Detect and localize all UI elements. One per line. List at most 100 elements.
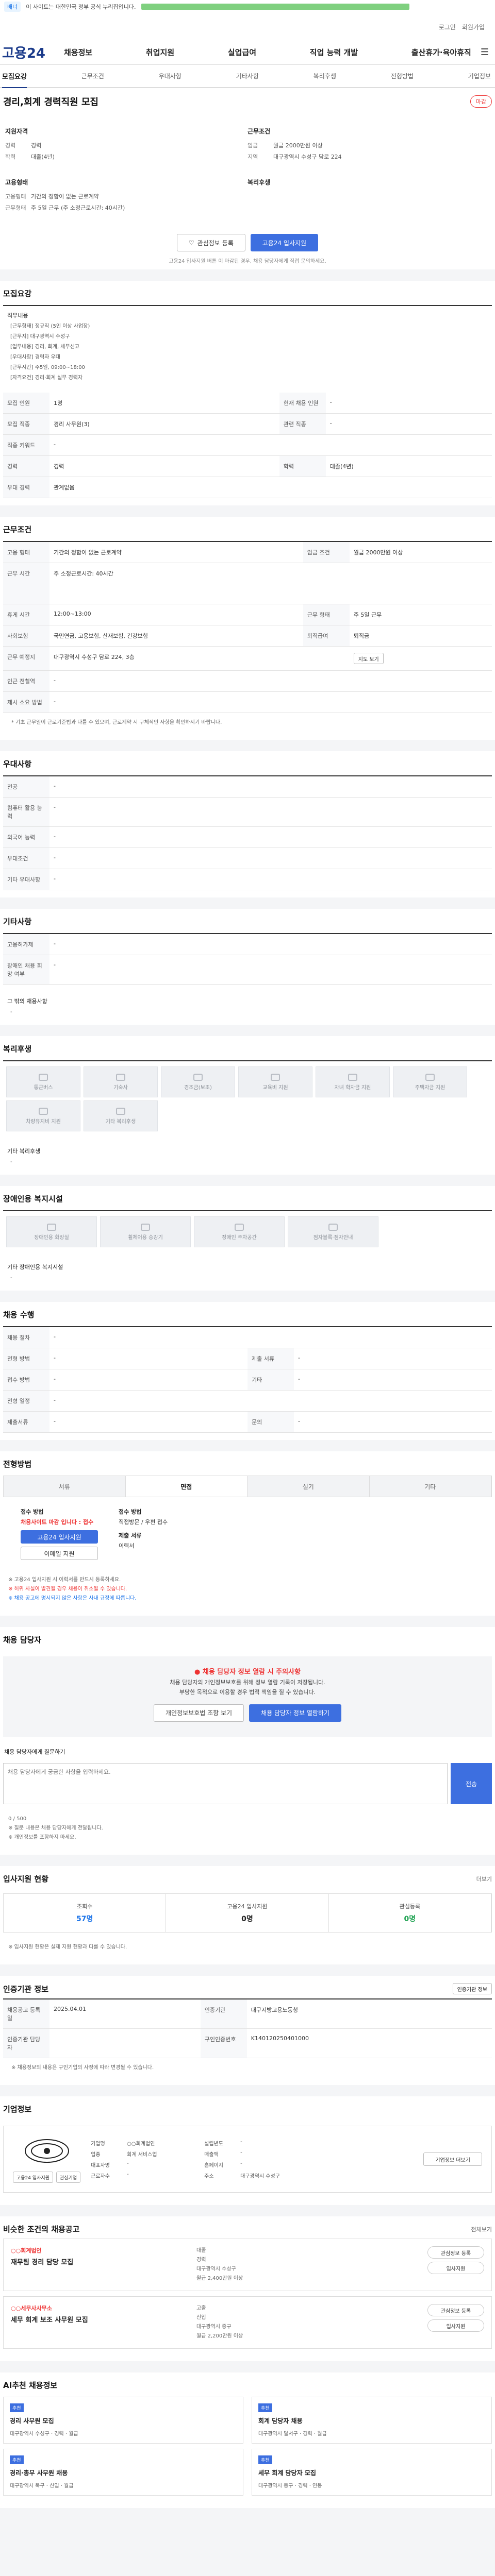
interest-button[interactable]: ♡ 관심정보 등록 — [176, 234, 245, 251]
disabled-other-value: - — [10, 1275, 12, 1281]
process-notes: ※ 고용24 입사지원 시 이력서를 반드시 등록하세요. ※ 허위 사실이 발… — [8, 1577, 137, 1601]
etc-table: 고용허가제 - 장애인 채용 희망 여부 - — [3, 934, 492, 985]
welfare-section: 복리후생 통근버스 기숙사 경조금(보조) 교육비 지원 자녀 학자금 지원 주… — [0, 1036, 495, 1175]
rec-apply-button[interactable]: 입사지원 — [427, 2319, 484, 2332]
prefer-section: 우대사항 전공 - 컴퓨터 활용 능력 - 외국어 능력 - 우대조건 - 기타 우대사… — [0, 751, 495, 897]
bus-icon — [39, 1073, 48, 1081]
stats-box: 조회수 57명 고용24 입사지원 0명 관심등록 0명 — [3, 1893, 492, 1933]
conditions-table: 고용 형태 기간의 정함이 없는 근로계약 임금 조건 월급 2000만원 이상 근무… — [3, 542, 492, 713]
stat-views: 조회수 57명 — [4, 1894, 167, 1933]
join-link[interactable]: 회원가입 — [462, 23, 485, 31]
banner-tag: 배너 — [4, 2, 21, 12]
utility-bar: 로그인 회원가입 — [0, 13, 495, 40]
global-nav: 고용24 채용정보 취업지원 실업급여 직업 능력 개발 출산휴가·육아휴직 ☰ — [0, 40, 495, 65]
gnb-menu-leave[interactable]: 출산휴가·육아휴직 — [411, 47, 471, 58]
heart-icon: ♡ — [188, 239, 194, 246]
etc-heading: 기타사항 — [3, 917, 32, 926]
process-apply-button[interactable]: 고용24 입사지원 — [21, 1530, 98, 1544]
duty-line: [우대사항] 경력자 우대 — [10, 354, 60, 360]
screen-heading: 채용 수행 — [3, 1310, 35, 1319]
ai-item[interactable]: 추천 경리 사무원 모집 대구광역시 수성구 · 경력 · 월급 — [3, 2397, 243, 2444]
contact-heading: 채용 담당자 — [3, 1635, 42, 1645]
map-button[interactable]: 지도 보기 — [353, 653, 384, 664]
company-logo — [21, 2136, 73, 2166]
process-section: 전형방법 서류 면접 실기 기타 접수 방법 채용사이트 마감 입니다 : 접수… — [0, 1451, 495, 1616]
more-icon — [116, 1107, 125, 1115]
gnb-menu-jobs[interactable]: 채용정보 — [64, 47, 92, 58]
company-info: 기업명 ○○회계법인 설립년도 - 업종 회계 서비스업 매출액 - 대표자명 - 홈페이지 - … — [91, 2139, 280, 2180]
job-title: 경리,회계 경력직원 모집 — [3, 97, 98, 108]
rec-interest-button[interactable]: 관심정보 등록 — [427, 2304, 484, 2317]
welfare-grid: 통근버스 기숙사 경조금(보조) 교육비 지원 자녀 학자금 지원 주택자금 지… — [3, 1061, 492, 1137]
welfare-other-title: 기타 복리후생 — [7, 1148, 41, 1155]
welfare-item: 기타 복리후생 — [84, 1100, 158, 1131]
recommend-more-link[interactable]: 전체보기 — [471, 2225, 492, 2233]
view-contact-button[interactable]: 채용 담당자 정보 열람하기 — [249, 1704, 341, 1722]
step-practical[interactable]: 실기 — [248, 1476, 370, 1497]
gnb-menu-support[interactable]: 취업지원 — [146, 47, 174, 58]
ai-item[interactable]: 추천 회계 담당자 채용 대구광역시 달서구 · 경력 · 월급 — [252, 2397, 492, 2444]
law-button[interactable]: 개인정보보호법 조항 보기 — [154, 1704, 244, 1722]
footer-space — [0, 2508, 495, 2522]
conditions-footnote: * 기초 근무일이 근로기준법과 다를 수 있으며, 근로계약 시 구체적인 사… — [11, 720, 222, 725]
elevator-icon — [141, 1223, 150, 1231]
duty-line: [근무시간] 주5일, 09:00~18:00 — [10, 365, 85, 370]
summary-right-title: 근무조건 — [248, 128, 271, 135]
welfare-item: 통근버스 — [6, 1066, 80, 1097]
ai-item[interactable]: 추천 경리·총무 사무원 채용 대구광역시 북구 · 신입 · 월급 — [3, 2449, 243, 2496]
welfare-other-value: - — [10, 1159, 12, 1165]
rec-apply-button[interactable]: 입사지원 — [427, 2262, 484, 2275]
tab-etc[interactable]: 기타사항 — [236, 72, 259, 80]
step-document[interactable]: 서류 — [4, 1476, 126, 1497]
logo[interactable]: 고용24 — [2, 43, 59, 62]
stat-interest: 관심등록 0명 — [329, 1894, 491, 1933]
hamburger-icon[interactable]: ☰ — [476, 47, 493, 58]
gnb-menu-benefit[interactable]: 실업급여 — [228, 47, 256, 58]
top-banner: 배너 이 사이트는 대한민국 정부 공식 누리집입니다. — [0, 0, 495, 13]
screen-table: 채용 절차 - 전형 방법 - 제출 서류 - 접수 방법 - 기타 - 전형 일정 - 제출서… — [3, 1327, 492, 1433]
tab-conditions[interactable]: 근무조건 — [81, 72, 104, 80]
tab-prefer[interactable]: 우대사항 — [159, 72, 182, 80]
status-badge: 마감 — [470, 95, 492, 108]
tab-recruit[interactable]: 모집요강 — [2, 71, 27, 88]
tab-process[interactable]: 전형방법 — [391, 72, 414, 80]
recruit-section: 모집요강 직무내용 [근무형태] 정규직 (5인 이상 사업장) [근무지] 대… — [0, 281, 495, 505]
inquiry-input[interactable] — [3, 1763, 448, 1805]
info-more-button[interactable]: 인증기관 정보 — [452, 1983, 492, 1995]
stats-section: 입사지원 현황 더보기 조회수 57명 고용24 입사지원 0명 관심등록 0명 ※ 입… — [0, 1866, 495, 1965]
company-apply-button[interactable]: 고용24 입사지원 — [13, 2172, 53, 2183]
tab-company[interactable]: 기업정보 — [468, 72, 491, 80]
prefer-heading: 우대사항 — [3, 759, 32, 769]
login-link[interactable]: 로그인 — [439, 23, 456, 31]
book-icon — [271, 1073, 280, 1081]
company-heading: 기업정보 — [3, 2105, 32, 2114]
inquiry-notes: 0 / 500 ※ 질문 내용은 채용 담당자에게 전달됩니다. ※ 개인정보를… — [0, 1809, 495, 1848]
inquiry-counter: 0 / 500 — [8, 1816, 27, 1822]
send-button[interactable]: 전송 — [451, 1763, 492, 1805]
step-etc[interactable]: 기타 — [369, 1476, 491, 1497]
rec-interest-button[interactable]: 관심정보 등록 — [427, 2246, 484, 2259]
toilet-icon — [47, 1223, 56, 1231]
recruit-heading: 모집요강 — [3, 289, 32, 298]
process-email-button[interactable]: 이메일 지원 — [21, 1547, 98, 1560]
etc-section: 기타사항 고용허가제 - 장애인 채용 희망 여부 - 그 밖의 채용사항 - — [0, 909, 495, 1025]
apply-button[interactable]: 고용24 입사지원 — [250, 234, 319, 251]
company-interest-button[interactable]: 관심기업 — [56, 2172, 81, 2183]
company-card: 고용24 입사지원 관심기업 기업명 ○○회계법인 설립년도 - 업종 회계 서비스업 매… — [3, 2126, 492, 2193]
stats-more-link[interactable]: 더보기 — [476, 1875, 492, 1883]
ai-item[interactable]: 추천 세무 회계 담당자 모집 대구광역시 동구 · 경력 · 연봉 — [252, 2449, 492, 2496]
stats-note: ※ 입사지원 현황은 실제 지원 현황과 다를 수 있습니다. — [8, 1944, 127, 1951]
recommend-item[interactable]: ○○세무사사무소 세무 회계 보조 사무원 모집 고졸 신입 대구광역시 중구 월급 2… — [3, 2296, 492, 2349]
gnb-menu-training[interactable]: 직업 능력 개발 — [310, 47, 358, 58]
facility-item: 장애인 주차공간 — [194, 1216, 285, 1247]
duty-line: [자격요건] 경리·회계 실무 경력자 — [10, 375, 83, 381]
company-more-button[interactable]: 기업정보 더보기 — [423, 2153, 482, 2166]
step-interview[interactable]: 면접 — [125, 1476, 248, 1497]
section-tabs: 모집요강 근무조건 우대사항 기타사항 복리후생 전형방법 기업정보 — [0, 65, 495, 88]
banner-text: 이 사이트는 대한민국 정부 공식 누리집입니다. — [26, 4, 136, 10]
tab-welfare[interactable]: 복리후생 — [314, 72, 336, 80]
info-table: 채용공고 등록일 2025.04.01 인증기관 대구지방고용노동청 인증기관 담당자… — [3, 1999, 492, 2059]
recommend-heading: 비슷한 조건의 채용공고 — [3, 2225, 80, 2234]
recommend-item[interactable]: ○○회계법인 재무팀 경리 담당 모집 대졸 경력 대구광역시 수성구 월급 2,400… — [3, 2239, 492, 2292]
contact-section: 채용 담당자 ● 채용 담당자 정보 열람 시 주의사항 채용 담당자의 개인정… — [0, 1627, 495, 1855]
